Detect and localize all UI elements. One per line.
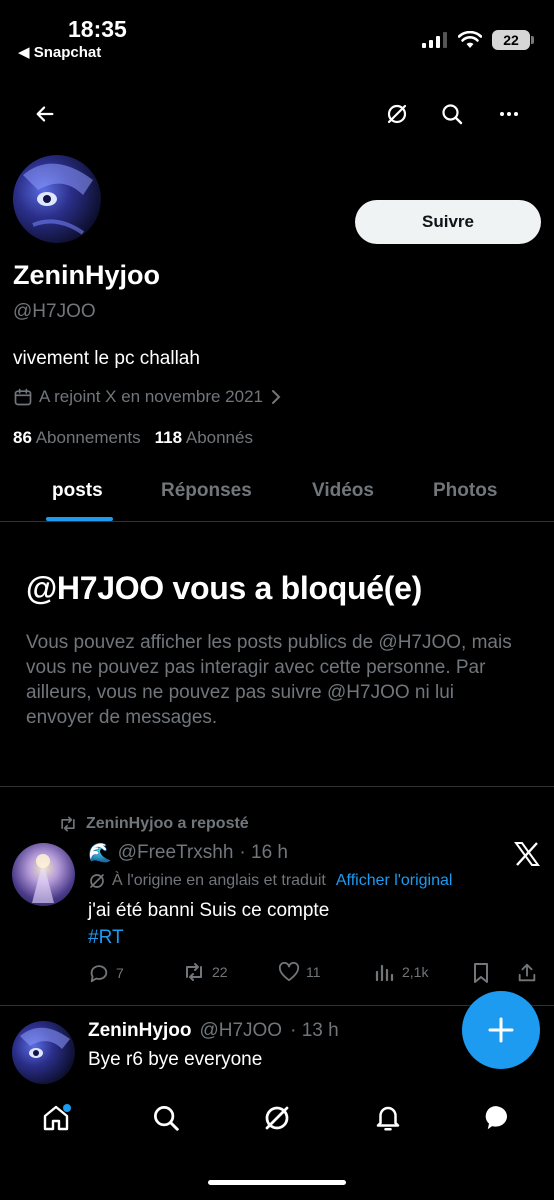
repost-icon — [186, 963, 202, 981]
reply-button[interactable]: 7 — [88, 962, 124, 984]
post-actions: 7 22 11 2,1k — [88, 962, 538, 986]
joined-label: A rejoint X en novembre 2021 — [39, 387, 263, 406]
followers-link[interactable]: 118 Abonnés — [155, 428, 253, 448]
compose-button[interactable] — [462, 991, 540, 1069]
search-button[interactable] — [433, 95, 471, 133]
status-time: 18:35 — [68, 16, 127, 42]
profile-tabs: posts Réponses Vidéos Photos — [0, 466, 554, 522]
grok-button[interactable] — [378, 95, 416, 133]
x-logo — [514, 842, 540, 871]
grok-icon — [387, 104, 407, 124]
nav-grok[interactable] — [257, 1098, 297, 1138]
following-label: Abonnements — [35, 428, 141, 447]
show-original-link[interactable]: Afficher l'original — [336, 872, 453, 890]
nav-notifications[interactable] — [368, 1098, 408, 1138]
x-logo-icon — [514, 842, 540, 866]
grok-icon — [90, 874, 104, 888]
wifi-icon — [458, 31, 482, 48]
profile-name: ZeninHyjoo — [13, 260, 160, 290]
joined-date[interactable]: A rejoint X en novembre 2021 — [13, 387, 283, 407]
tab-posts[interactable]: posts — [52, 480, 103, 502]
avatar-image — [23, 163, 93, 235]
following-count: 86 — [13, 428, 32, 447]
bell-icon — [376, 1106, 400, 1131]
views-button[interactable]: 2,1k — [374, 962, 428, 982]
reply-count: 7 — [116, 965, 124, 981]
heart-icon — [278, 962, 300, 982]
repost-indicator: ZeninHyjoo a reposté — [58, 815, 249, 833]
repost-label: ZeninHyjoo a reposté — [86, 815, 249, 832]
profile-bio: vivement le pc challah — [13, 348, 200, 369]
tab-replies[interactable]: Réponses — [161, 480, 252, 502]
calendar-icon — [14, 388, 32, 406]
post-text: Bye r6 bye everyone — [88, 1049, 263, 1070]
home-icon — [43, 1104, 71, 1131]
search-icon — [442, 104, 463, 125]
post-author-avatar[interactable] — [12, 1021, 75, 1084]
profile-handle: @H7JOO — [13, 301, 96, 322]
translation-note: À l'origine en anglais et traduit Affich… — [88, 872, 452, 890]
tab-videos[interactable]: Vidéos — [312, 480, 374, 502]
battery-icon: 22 — [492, 30, 534, 50]
nav-search[interactable] — [146, 1098, 186, 1138]
follow-stats: 86 Abonnements 118 Abonnés — [13, 428, 253, 448]
status-indicators: 22 — [422, 30, 534, 50]
more-options-button[interactable] — [490, 95, 528, 133]
author-handle[interactable]: @H7JOO — [199, 1020, 282, 1042]
search-icon — [154, 1106, 179, 1131]
tab-photos[interactable]: Photos — [433, 480, 497, 502]
post-header: ZeninHyjoo @H7JOO · 13 h — [88, 1020, 339, 1042]
following-link[interactable]: 86 Abonnements — [13, 428, 141, 448]
reply-icon — [90, 965, 108, 983]
divider — [0, 786, 554, 787]
avatar-image — [32, 854, 54, 903]
followers-label: Abonnés — [185, 428, 253, 447]
blocked-description: Vous pouvez afficher les posts publics d… — [26, 632, 512, 728]
hashtag-link[interactable]: #RT — [88, 927, 124, 949]
nav-home[interactable] — [36, 1098, 76, 1138]
post-header: 🌊 @FreeTrxshh · 16 h — [88, 841, 288, 865]
share-button[interactable] — [516, 962, 538, 984]
repost-icon — [61, 816, 75, 832]
grok-icon — [265, 1106, 289, 1130]
signal-icon — [422, 32, 447, 48]
chevron-right-icon — [271, 390, 281, 404]
bookmark-button[interactable] — [472, 962, 490, 984]
views-icon — [375, 964, 394, 982]
chat-bubble-icon — [485, 1106, 507, 1130]
post-time: · 16 h — [239, 842, 288, 863]
post-author-avatar[interactable] — [12, 843, 75, 906]
repost-count: 22 — [212, 964, 228, 980]
post-text: j'ai été banni Suis ce compte — [88, 900, 330, 921]
share-icon — [518, 963, 536, 982]
post-time: · 13 h — [290, 1020, 339, 1041]
repost-button[interactable]: 22 — [182, 962, 228, 982]
active-tab-indicator — [46, 517, 113, 521]
back-to-app-link[interactable]: ◀ Snapchat — [18, 43, 101, 61]
author-handle[interactable]: @FreeTrxshh — [118, 842, 234, 864]
home-indicator — [208, 1180, 346, 1185]
arrow-left-icon — [36, 106, 54, 122]
views-count: 2,1k — [402, 964, 429, 980]
like-count: 11 — [306, 964, 321, 980]
avatar-image — [20, 1027, 70, 1058]
profile-avatar[interactable] — [13, 155, 101, 243]
translated-label: À l'origine en anglais et traduit — [112, 872, 326, 889]
author-emoji: 🌊 — [88, 843, 112, 864]
blocked-title: @H7JOO vous a bloqué(e) — [26, 570, 422, 606]
follow-button[interactable]: Suivre — [355, 200, 541, 244]
author-name[interactable]: ZeninHyjoo — [88, 1020, 191, 1042]
followers-count: 118 — [154, 428, 183, 447]
plus-icon — [488, 1017, 514, 1043]
more-icon — [500, 112, 518, 116]
back-button[interactable] — [26, 95, 64, 133]
bookmark-icon — [474, 963, 488, 983]
nav-messages[interactable] — [479, 1098, 519, 1138]
like-button[interactable]: 11 — [278, 962, 321, 982]
